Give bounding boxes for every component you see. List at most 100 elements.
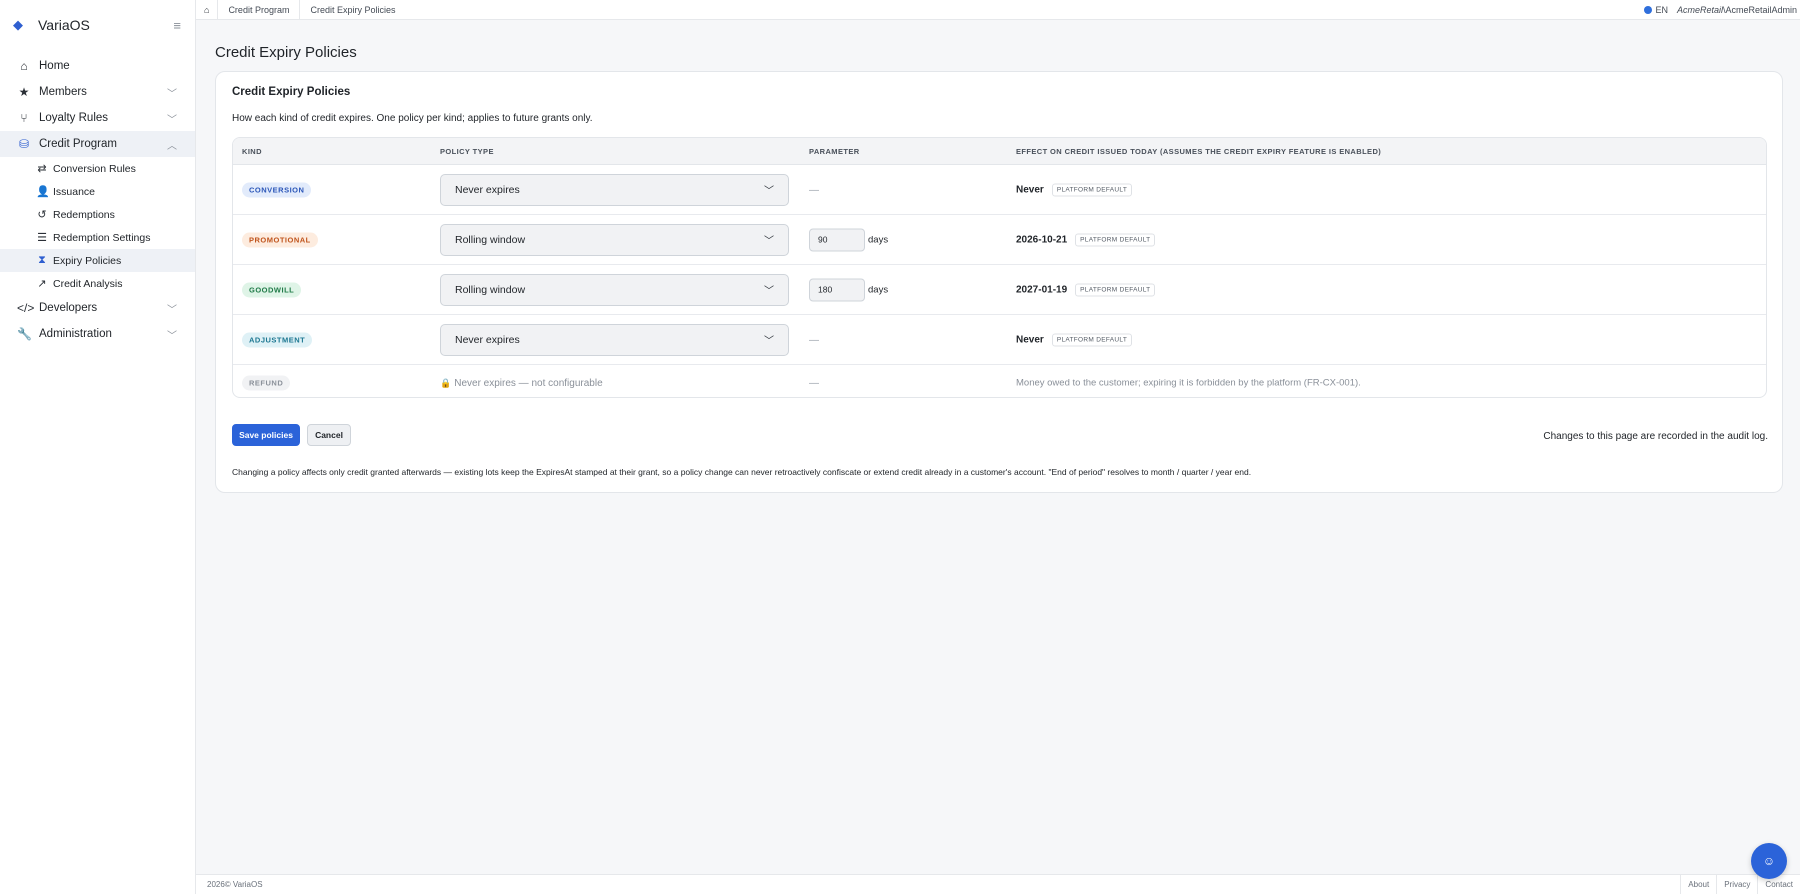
table-row: ADJUSTMENT Never expires ﹀ — Never PLATF… [233, 315, 1766, 365]
chevron-down-icon: ﹀ [167, 114, 177, 126]
chart-line-icon: ↗ [37, 278, 47, 290]
effect-cell: Never PLATFORM DEFAULT [1016, 333, 1133, 346]
effect-cell: Never PLATFORM DEFAULT [1016, 183, 1133, 196]
parameter-empty: — [809, 377, 819, 389]
sidebar-item-home[interactable]: ⌂ Home [0, 53, 195, 79]
sidebar-item-label: Developers [39, 302, 98, 314]
column-header-effect: EFFECT ON CREDIT ISSUED TODAY (ASSUMES T… [1016, 146, 1382, 156]
chevron-up-icon: ︿ [167, 140, 177, 152]
sidebar-subitem-redemption-settings[interactable]: ☰ Redemption Settings [0, 226, 195, 249]
copyright: 2026© VariaOS [207, 880, 263, 889]
sliders-icon: ☰ [37, 232, 47, 244]
breadcrumb-credit-program[interactable]: Credit Program [218, 0, 301, 20]
policies-table: KIND POLICY TYPE PARAMETER EFFECT ON CRE… [232, 137, 1767, 398]
footer: 2026© VariaOS About Privacy Contact [196, 874, 1800, 894]
breadcrumb-current: Credit Expiry Policies [310, 4, 396, 15]
sidebar-subitem-expiry-policies[interactable]: ⧗ Expiry Policies [0, 249, 195, 272]
home-icon: ⌂ [20, 59, 28, 73]
footer-link-privacy[interactable]: Privacy [1716, 874, 1757, 894]
parameter-empty: — [809, 184, 819, 196]
user-name: \AcmeRetailAdmin [1722, 4, 1797, 15]
chat-bot-icon[interactable]: ☺ [1751, 843, 1787, 879]
window-days-input[interactable] [809, 278, 865, 301]
kind-pill: GOODWILL [242, 282, 302, 297]
sidebar-item-label: Administration [39, 328, 112, 340]
sidebar-item-members[interactable]: ★ Members ﹀ [0, 79, 195, 105]
chevron-down-icon: ﹀ [167, 88, 177, 100]
globe-icon [1644, 5, 1653, 14]
sidebar-item-developers[interactable]: </> Developers ﹀ [0, 295, 195, 321]
effect-value: Never [1016, 334, 1044, 345]
chevron-down-icon: ﹀ [167, 304, 177, 316]
sidebar: ◆ VariaOS ≡ ⌂ Home ★ Members ﹀ ⑂ Loyalty… [0, 0, 196, 894]
platform-default-badge: PLATFORM DEFAULT [1075, 233, 1156, 246]
kind-pill: ADJUSTMENT [242, 332, 313, 347]
sidebar-item-label: Home [39, 60, 70, 72]
sidebar-subitem-conversion-rules[interactable]: ⇄ Conversion Rules [0, 157, 195, 180]
cancel-button[interactable]: Cancel [307, 424, 351, 446]
app-name: VariaOS [38, 17, 90, 33]
parameter-cell: days [809, 228, 888, 251]
language-label: EN [1655, 4, 1668, 15]
sidebar-subitem-label: Conversion Rules [53, 162, 136, 175]
effect-value: 2027-01-19 [1016, 284, 1068, 295]
branch-icon: ⑂ [20, 111, 28, 125]
chevron-down-icon: ﹀ [764, 236, 774, 247]
sidebar-subitem-issuance[interactable]: 👤 Issuance [0, 180, 195, 203]
collapse-sidebar-icon[interactable]: ≡ [167, 18, 181, 33]
policy-type-select[interactable]: Never expires ﹀ [440, 323, 789, 356]
hourglass-icon: ⧗ [38, 254, 46, 266]
policy-type-select[interactable]: Rolling window ﹀ [440, 273, 789, 306]
audit-log-note: Changes to this page are recorded in the… [1543, 431, 1768, 442]
sidebar-subitem-redemptions[interactable]: ↺ Redemptions [0, 203, 195, 226]
policy-locked-text: Never expires — not configurable [454, 377, 603, 389]
star-icon: ★ [18, 85, 30, 99]
column-header-policy-type: POLICY TYPE [440, 146, 494, 156]
platform-default-badge: PLATFORM DEFAULT [1075, 283, 1156, 296]
swap-icon: ⇄ [37, 163, 47, 175]
kind-pill: PROMOTIONAL [242, 232, 318, 247]
policy-footnote: Changing a policy affects only credit gr… [232, 467, 1252, 477]
card-title: Credit Expiry Policies [232, 86, 351, 98]
sidebar-subitem-credit-analysis[interactable]: ↗ Credit Analysis [0, 272, 195, 295]
lock-icon: 🔒 [440, 377, 452, 388]
user-menu[interactable]: AcmeRetail\AcmeRetailAdmin [1677, 5, 1797, 15]
sidebar-item-credit-program[interactable]: ⛁ Credit Program ︿ [0, 131, 195, 157]
chevron-down-icon: ﹀ [764, 336, 774, 347]
sidebar-nav: ⌂ Home ★ Members ﹀ ⑂ Loyalty Rules ﹀ ⛁ C… [0, 53, 195, 347]
chevron-down-icon: ﹀ [764, 186, 774, 197]
language-switcher[interactable]: EN [1644, 5, 1668, 15]
parameter-empty: — [809, 334, 819, 346]
breadcrumb-home[interactable]: ⌂ [196, 0, 219, 20]
column-header-kind: KIND [242, 146, 262, 156]
sidebar-subitem-label: Credit Analysis [53, 277, 123, 290]
footer-links: About Privacy Contact [1680, 874, 1800, 894]
history-icon: ↺ [37, 209, 47, 221]
policy-type-select[interactable]: Never expires ﹀ [440, 173, 789, 206]
sidebar-item-loyalty-rules[interactable]: ⑂ Loyalty Rules ﹀ [0, 105, 195, 131]
table-row: CONVERSION Never expires ﹀ — Never PLATF… [233, 165, 1766, 215]
days-unit: days [868, 234, 889, 245]
sidebar-subitem-label: Redemptions [53, 208, 115, 221]
policy-type-select[interactable]: Rolling window ﹀ [440, 223, 789, 256]
window-days-input[interactable] [809, 228, 865, 251]
platform-default-badge: PLATFORM DEFAULT [1051, 183, 1133, 196]
policy-locked: 🔒 Never expires — not configurable [440, 377, 603, 389]
brand: ◆ VariaOS ≡ [0, 0, 195, 50]
column-header-parameter: PARAMETER [809, 146, 860, 156]
effect-cell: 2026-10-21 PLATFORM DEFAULT [1016, 233, 1156, 246]
home-icon: ⌂ [204, 4, 210, 15]
footer-link-about[interactable]: About [1680, 874, 1716, 894]
wrench-icon: 🔧 [17, 327, 32, 341]
user-plus-icon: 👤 [36, 186, 50, 198]
policy-type-value: Rolling window [455, 283, 526, 296]
save-policies-button[interactable]: Save policies [232, 424, 300, 446]
policy-type-value: Rolling window [455, 233, 526, 246]
chevron-down-icon: ﹀ [167, 330, 177, 342]
sidebar-item-administration[interactable]: 🔧 Administration ﹀ [0, 321, 195, 347]
table-row: GOODWILL Rolling window ﹀ days 2027-01-1… [233, 265, 1766, 315]
sidebar-item-label: Credit Program [39, 138, 117, 150]
policy-type-value: Never expires [455, 333, 520, 346]
effect-value: Never [1016, 184, 1044, 195]
diamond-icon: ◆ [13, 17, 23, 32]
